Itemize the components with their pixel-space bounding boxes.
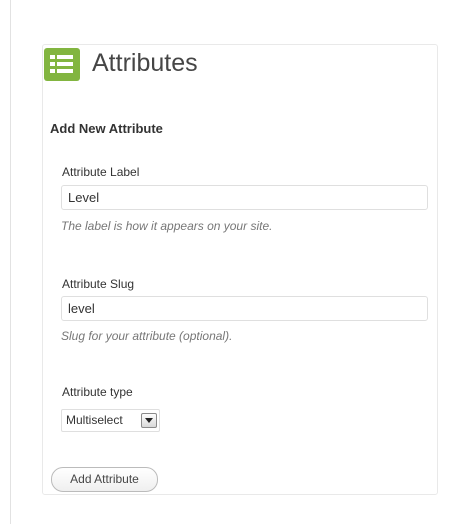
attribute-type-label: Attribute type [62, 385, 133, 399]
attribute-slug-help: Slug for your attribute (optional). [61, 329, 233, 343]
dropdown-arrow-icon[interactable] [141, 413, 157, 428]
attribute-slug-label: Attribute Slug [62, 277, 135, 291]
attribute-type-select[interactable]: Multiselect [61, 409, 160, 432]
attributes-list-icon [44, 48, 80, 81]
attribute-label-label: Attribute Label [62, 165, 140, 179]
attribute-type-selected: Multiselect [66, 413, 123, 427]
attribute-slug-input[interactable] [61, 296, 428, 321]
page-title: Attributes [92, 49, 198, 77]
add-attribute-button[interactable]: Add Attribute [51, 467, 158, 492]
section-title: Add New Attribute [50, 121, 163, 136]
attribute-label-input[interactable] [61, 185, 428, 210]
attribute-label-help: The label is how it appears on your site… [61, 219, 273, 233]
